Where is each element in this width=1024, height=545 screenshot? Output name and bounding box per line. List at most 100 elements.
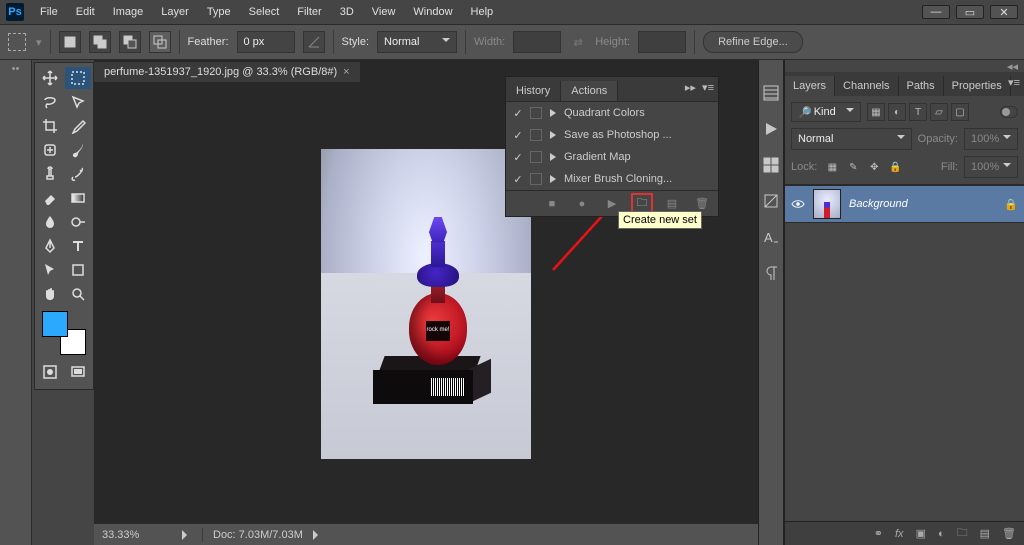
panel-menu-icon[interactable]: ▾≡	[1008, 76, 1020, 89]
lock-trans-icon[interactable]: ▦	[823, 158, 841, 176]
dialog-toggle[interactable]	[530, 151, 542, 163]
fill-field[interactable]: 100%	[964, 156, 1018, 178]
opacity-field[interactable]: 100%	[964, 128, 1018, 150]
dialog-toggle[interactable]	[530, 107, 542, 119]
tab-properties[interactable]: Properties	[944, 76, 1011, 96]
healing-tool[interactable]	[37, 139, 63, 161]
link-layers-icon[interactable]: ⚭	[874, 527, 883, 540]
document-tab[interactable]: perfume-1351937_1920.jpg @ 33.3% (RGB/8#…	[94, 62, 360, 82]
paragraph-strip-icon[interactable]	[762, 264, 780, 282]
pen-tool[interactable]	[37, 235, 63, 257]
stop-icon[interactable]: ■	[544, 196, 560, 212]
maximize-button[interactable]: ▭	[956, 5, 984, 19]
crop-tool[interactable]	[37, 115, 63, 137]
path-select-tool[interactable]	[37, 259, 63, 281]
hand-tool[interactable]	[37, 283, 63, 305]
actions-strip-icon[interactable]	[762, 120, 780, 138]
color-swatches[interactable]	[42, 311, 86, 355]
antialias-button[interactable]	[303, 31, 325, 53]
layer-name[interactable]: Background	[849, 198, 908, 210]
menu-layer[interactable]: Layer	[153, 3, 197, 21]
tab-channels[interactable]: Channels	[835, 76, 898, 96]
swatches-strip-icon[interactable]	[762, 156, 780, 174]
play-icon[interactable]: ▶	[604, 196, 620, 212]
type-tool[interactable]	[65, 235, 91, 257]
styles-strip-icon[interactable]	[762, 192, 780, 210]
quickmask-button[interactable]	[37, 361, 63, 383]
action-row[interactable]: ✓Mixer Brush Cloning...	[506, 168, 718, 190]
menu-edit[interactable]: Edit	[68, 3, 103, 21]
eyedropper-tool[interactable]	[65, 115, 91, 137]
eraser-tool[interactable]	[37, 187, 63, 209]
history-strip-icon[interactable]	[762, 84, 780, 102]
current-tool-icon[interactable]	[8, 33, 26, 51]
shape-tool[interactable]	[65, 259, 91, 281]
menu-help[interactable]: Help	[463, 3, 502, 21]
dialog-toggle[interactable]	[530, 173, 542, 185]
action-row[interactable]: ✓Quadrant Colors	[506, 102, 718, 124]
marquee-tool[interactable]	[65, 67, 91, 89]
check-icon[interactable]: ✓	[512, 107, 524, 119]
layer-fx-icon[interactable]: fx	[895, 528, 904, 540]
zoom-tool[interactable]	[65, 283, 91, 305]
character-strip-icon[interactable]: A	[762, 228, 780, 246]
filter-shape-icon[interactable]: ▱	[930, 103, 948, 121]
style-dropdown[interactable]: Normal	[377, 31, 457, 53]
blend-mode-dropdown[interactable]: Normal	[791, 128, 912, 150]
layer-row[interactable]: Background 🔒	[785, 185, 1024, 223]
filter-pixel-icon[interactable]: ▦	[867, 103, 885, 121]
lock-pixels-icon[interactable]: ✎	[844, 158, 862, 176]
feather-field[interactable]: 0 px	[237, 31, 295, 53]
filter-type-icon[interactable]: T	[909, 103, 927, 121]
blur-tool[interactable]	[37, 211, 63, 233]
menu-window[interactable]: Window	[405, 3, 460, 21]
lasso-tool[interactable]	[37, 91, 63, 113]
brush-tool[interactable]	[65, 139, 91, 161]
history-brush-tool[interactable]	[65, 163, 91, 185]
menu-filter[interactable]: Filter	[289, 3, 329, 21]
check-icon[interactable]: ✓	[512, 129, 524, 141]
gradient-tool[interactable]	[65, 187, 91, 209]
action-row[interactable]: ✓Save as Photoshop ...	[506, 124, 718, 146]
create-new-action-icon[interactable]: ▤	[664, 196, 680, 212]
lock-all-icon[interactable]: 🔒	[886, 158, 904, 176]
chevron-down-icon[interactable]: ▾	[36, 36, 42, 49]
status-menu-icon[interactable]	[313, 530, 323, 540]
intersect-selection-button[interactable]	[149, 31, 171, 53]
subtract-selection-button[interactable]	[119, 31, 141, 53]
panel-collapse-icon[interactable]: ▸▸ ▾≡	[685, 81, 714, 94]
filter-smart-icon[interactable]: ▢	[951, 103, 969, 121]
layer-mask-icon[interactable]: ▣	[916, 527, 926, 540]
tab-history[interactable]: History	[506, 81, 561, 101]
trash-icon[interactable]: 🗑	[1002, 527, 1016, 540]
status-menu-icon[interactable]	[182, 530, 192, 540]
dock-grip[interactable]: ◂◂	[785, 60, 1024, 72]
quick-select-tool[interactable]	[65, 91, 91, 113]
tab-layers[interactable]: Layers	[785, 76, 835, 96]
menu-image[interactable]: Image	[105, 3, 152, 21]
create-new-set-icon[interactable]: 🗀	[634, 196, 650, 212]
menu-view[interactable]: View	[364, 3, 404, 21]
dialog-toggle[interactable]	[530, 129, 542, 141]
close-button[interactable]: ✕	[990, 5, 1018, 19]
new-layer-icon[interactable]: ▤	[980, 527, 990, 540]
tab-actions[interactable]: Actions	[561, 81, 618, 101]
layer-filter-kind[interactable]: 🔎Kind	[791, 102, 861, 122]
menu-select[interactable]: Select	[241, 3, 288, 21]
dodge-tool[interactable]	[65, 211, 91, 233]
action-row[interactable]: ✓Gradient Map	[506, 146, 718, 168]
check-icon[interactable]: ✓	[512, 151, 524, 163]
minimize-button[interactable]: —	[922, 5, 950, 19]
check-icon[interactable]: ✓	[512, 173, 524, 185]
menu-type[interactable]: Type	[199, 3, 239, 21]
trash-icon[interactable]: 🗑	[694, 196, 710, 212]
group-icon[interactable]: 🗀	[957, 524, 968, 543]
record-icon[interactable]: ●	[574, 196, 590, 212]
status-zoom[interactable]: 33.33%	[102, 529, 172, 541]
foreground-color[interactable]	[42, 311, 68, 337]
add-selection-button[interactable]	[89, 31, 111, 53]
refine-edge-button[interactable]: Refine Edge...	[703, 31, 803, 53]
move-tool[interactable]	[37, 67, 63, 89]
adjustment-icon[interactable]: ◐	[938, 528, 945, 540]
lock-position-icon[interactable]: ✥	[865, 158, 883, 176]
